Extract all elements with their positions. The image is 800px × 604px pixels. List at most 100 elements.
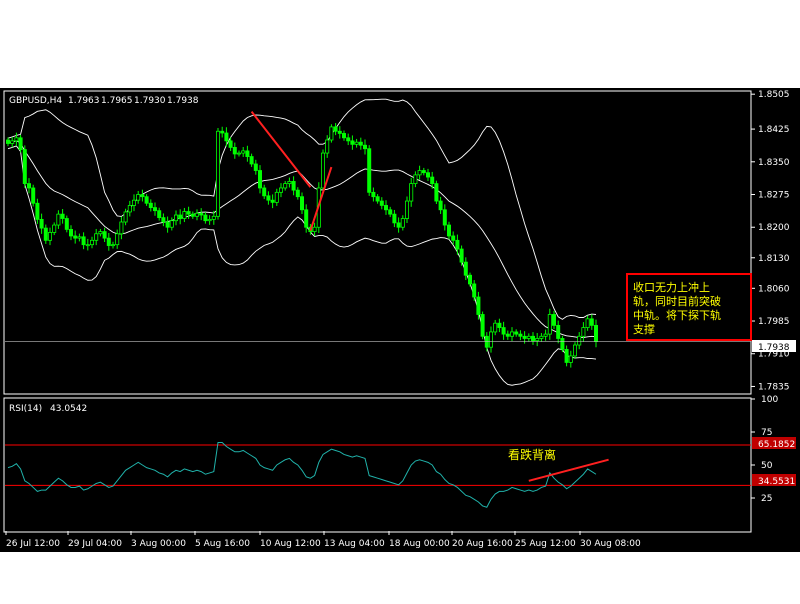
candle-body [224, 132, 229, 142]
candle-body [278, 187, 283, 193]
price-tick-label: 1.8275 [758, 191, 790, 201]
candle-body [249, 156, 254, 165]
rsi-tick-label: 25 [761, 494, 772, 504]
candle-body [362, 144, 367, 150]
candle-body [119, 221, 124, 235]
time-tick-label: 20 Aug 16:00 [452, 539, 513, 549]
price-tick-label: 1.7985 [758, 317, 790, 327]
candle-body [123, 211, 128, 223]
ohlc-open: 1.7963 [68, 96, 100, 106]
candle-body [22, 149, 27, 185]
candle-body [262, 187, 267, 197]
analysis-note-line-1: 收口无力上冲上 [633, 280, 710, 294]
candle-body [539, 335, 544, 339]
candle-body [257, 170, 262, 189]
candle-body [472, 283, 477, 298]
candle-body [144, 196, 149, 204]
time-tick-label: 3 Aug 00:00 [131, 539, 186, 549]
candle-body [98, 231, 103, 235]
candle-body [270, 199, 275, 203]
trading-chart-window: 1.8505 1.8425 1.8350 1.8275 1.8200 1.8130 1.80… [0, 0, 800, 600]
candle-body [409, 183, 414, 202]
candle-body [388, 209, 393, 215]
candle-body [106, 237, 111, 246]
candle-body [589, 318, 594, 326]
candle-body [140, 194, 145, 198]
candle-body [459, 248, 464, 263]
candle-body [69, 229, 74, 237]
candle-body [552, 314, 557, 326]
candle-body [26, 183, 31, 189]
time-tick-label: 30 Aug 08:00 [580, 539, 641, 549]
candle-body [497, 322, 502, 328]
candle-body [245, 150, 250, 157]
candle-body [367, 148, 372, 193]
candle-body [417, 170, 422, 176]
candle-body [451, 235, 456, 241]
candle-body [543, 333, 548, 337]
candle-body [291, 181, 296, 191]
time-tick-label: 18 Aug 00:00 [389, 539, 450, 549]
rsi-tick-label: 50 [761, 461, 773, 471]
candle-body [594, 324, 599, 342]
candle-body [312, 226, 317, 232]
candle-body [379, 200, 384, 206]
price-tick-label: 1.8130 [758, 254, 790, 264]
time-tick-label: 10 Aug 12:00 [260, 539, 321, 549]
candle-body [283, 183, 288, 189]
candle-body [111, 244, 116, 247]
price-tick-label: 1.8200 [758, 223, 790, 233]
price-tick-label: 1.8425 [758, 125, 790, 135]
candle-body [476, 296, 481, 315]
candle-body [509, 331, 514, 337]
price-tick-label: 1.8505 [758, 90, 790, 100]
candle-body [434, 183, 439, 202]
analysis-note-line-2: 轨，同时目前突破 [633, 294, 721, 308]
candle-body [560, 338, 565, 350]
candle-body [522, 335, 527, 339]
candle-body [371, 191, 376, 198]
candle-body [115, 233, 120, 246]
candle-body [325, 139, 330, 154]
candle-body [43, 227, 48, 241]
candle-body [35, 202, 40, 220]
candle-body [6, 139, 11, 144]
divergence-label: 看跌背离 [508, 447, 556, 462]
candle-body [253, 163, 258, 171]
candle-body [64, 218, 69, 230]
chart-canvas: 1.8505 1.8425 1.8350 1.8275 1.8200 1.8130 1.80… [0, 0, 800, 600]
candle-body [455, 239, 460, 250]
rsi-tick-label: 75 [761, 428, 772, 438]
ohlc-high: 1.7965 [101, 96, 133, 106]
rsi-upper-level-text: 65.1852 [758, 440, 795, 450]
candle-body [90, 239, 95, 246]
candle-body [346, 137, 351, 142]
candle-body [60, 213, 65, 219]
candle-body [236, 152, 241, 155]
ohlc-low: 1.7930 [134, 96, 166, 106]
rsi-lower-level-text: 34.5531 [758, 477, 795, 487]
candle-body [73, 235, 78, 239]
candle-body [127, 205, 132, 213]
candle-body [274, 191, 279, 203]
rsi-label: RSI(14) [9, 404, 42, 414]
candle-body [446, 224, 451, 237]
candle-body [173, 214, 178, 222]
candle-body [396, 222, 401, 228]
candle-body [215, 130, 220, 217]
candle-body [56, 213, 61, 226]
candle-body [186, 211, 191, 215]
candle-body [232, 147, 237, 155]
candle-body [488, 331, 493, 348]
candle-body [152, 207, 157, 212]
ohlc-close: 1.7938 [167, 96, 199, 106]
time-tick-label: 13 Aug 04:00 [324, 539, 385, 549]
candle-body [182, 211, 187, 219]
candle-body [299, 196, 304, 211]
rsi-tick-label: 100 [761, 395, 778, 405]
candle-body [463, 261, 468, 276]
candle-body [350, 140, 355, 145]
time-tick-label: 5 Aug 16:00 [195, 539, 250, 549]
candle-body [165, 221, 170, 228]
candle-body [430, 176, 435, 185]
